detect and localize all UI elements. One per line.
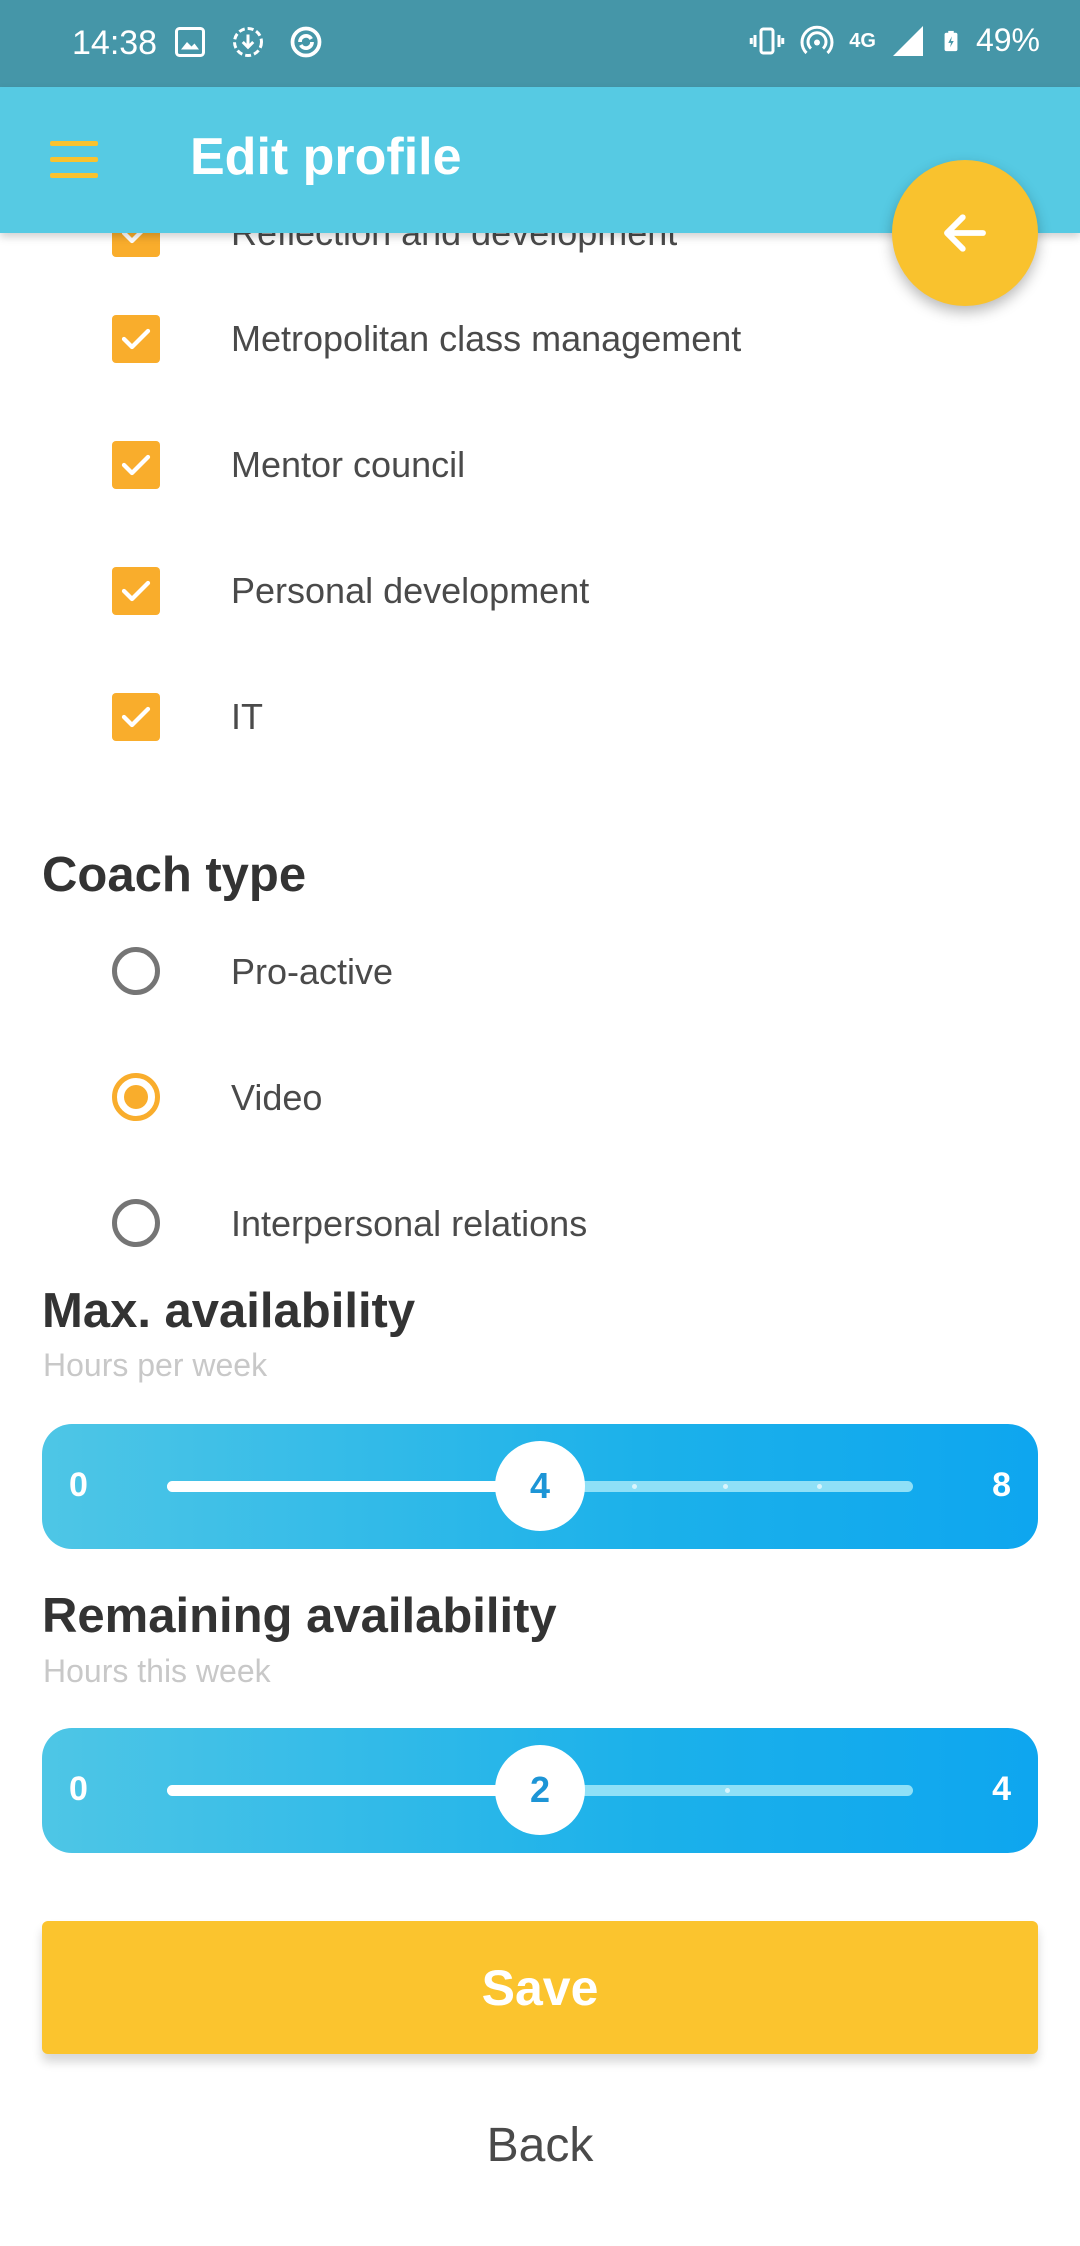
topic-label: IT: [231, 696, 263, 737]
image-icon: [175, 27, 205, 57]
slider-tick: [632, 1484, 637, 1489]
max-availability-slider[interactable]: 0 4 8: [42, 1424, 1038, 1549]
slider-min-label: 0: [69, 1770, 88, 1808]
content-scroll-area[interactable]: Reflection and development Metropolitan …: [0, 233, 1080, 2246]
checkbox-checked[interactable]: [112, 693, 160, 741]
coach-type-title: Coach type: [42, 848, 307, 902]
sync-icon: [290, 26, 322, 58]
topic-label: Reflection and development: [231, 233, 677, 254]
slider-max-label: 8: [992, 1466, 1011, 1504]
slider-tick: [723, 1484, 728, 1489]
back-fab-button[interactable]: [892, 160, 1038, 306]
checkbox-checked[interactable]: [112, 567, 160, 615]
battery-icon: [944, 30, 958, 51]
status-time: 14:38: [72, 24, 158, 62]
battery-percent: 49%: [975, 22, 1040, 58]
status-bar: 14:38 4G 49%: [0, 0, 1080, 87]
checkbox-topic-personal-development[interactable]: Personal development: [0, 545, 1080, 635]
vibrate-icon: [750, 27, 785, 54]
radio-option-video[interactable]: Video: [0, 1052, 1080, 1142]
slider-max-label: 4: [992, 1770, 1011, 1808]
radio-label: Interpersonal relations: [231, 1203, 588, 1244]
hotspot-icon: [800, 25, 834, 54]
network-type: 4G: [849, 29, 876, 52]
menu-icon[interactable]: [50, 141, 98, 179]
radio-label: Pro-active: [231, 951, 394, 992]
slider-track-fill: [167, 1481, 540, 1492]
radio-label: Video: [231, 1077, 323, 1118]
radio-button-selected[interactable]: [112, 1073, 160, 1121]
arrow-left-icon: [944, 214, 986, 252]
status-system-icons: 4G 49%: [749, 22, 1040, 59]
max-availability-title: Max. availability: [42, 1284, 416, 1338]
slider-track-fill: [167, 1785, 540, 1796]
slider-tick: [817, 1484, 822, 1489]
topic-label: Personal development: [231, 570, 590, 611]
remaining-availability-slider[interactable]: 0 2 4: [42, 1728, 1038, 1853]
remaining-availability-subtitle: Hours this week: [43, 1653, 271, 1689]
checkbox-topic-mentor-council[interactable]: Mentor council: [0, 419, 1080, 509]
radio-button[interactable]: [112, 1199, 160, 1247]
slider-thumb[interactable]: 4: [495, 1441, 585, 1531]
remaining-availability-title: Remaining availability: [42, 1589, 557, 1643]
max-availability-subtitle: Hours per week: [43, 1347, 268, 1383]
slider-thumb[interactable]: 2: [495, 1745, 585, 1835]
topic-label: Mentor council: [231, 444, 466, 485]
slider-tick: [725, 1788, 730, 1793]
page-title: Edit profile: [190, 128, 462, 186]
signal-icon: [892, 25, 923, 56]
radio-option-interpersonal[interactable]: Interpersonal relations: [0, 1178, 1080, 1268]
checkbox-topic-it[interactable]: IT: [0, 671, 1080, 761]
checkbox-checked[interactable]: [112, 441, 160, 489]
topic-label: Metropolitan class management: [231, 318, 742, 359]
download-icon: [233, 27, 263, 57]
radio-button[interactable]: [112, 947, 160, 995]
status-notification-icons: [172, 24, 324, 60]
slider-min-label: 0: [69, 1466, 88, 1504]
checkbox-topic-metropolitan[interactable]: Metropolitan class management: [0, 293, 1080, 383]
radio-option-pro-active[interactable]: Pro-active: [0, 926, 1080, 1016]
back-button[interactable]: Back: [340, 2105, 740, 2185]
checkbox-checked[interactable]: [112, 315, 160, 363]
checkbox-checked[interactable]: [112, 233, 160, 257]
save-button[interactable]: Save: [42, 1921, 1038, 2054]
